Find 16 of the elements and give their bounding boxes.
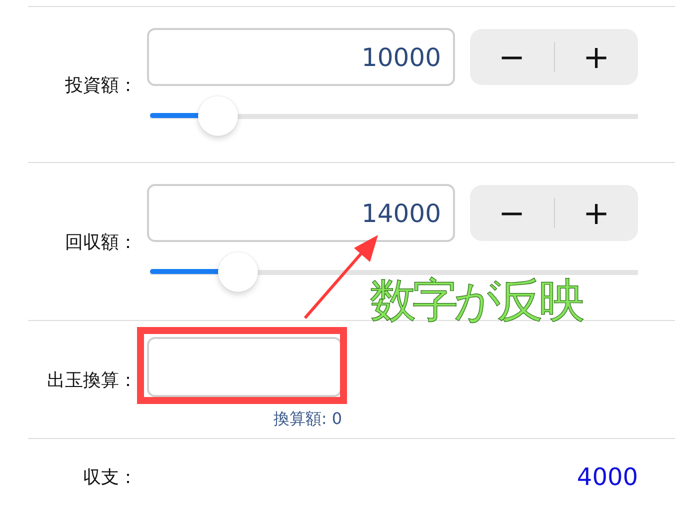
balance-value: 4000 bbox=[576, 462, 638, 490]
field-label: 出玉換算： bbox=[47, 368, 138, 392]
plus-button[interactable]: + bbox=[554, 29, 638, 85]
field-label: 回収額： bbox=[65, 230, 138, 254]
field-label: 収支： bbox=[83, 466, 138, 488]
amount-field[interactable]: 10000 bbox=[147, 28, 455, 86]
field-label: 投資額： bbox=[65, 74, 138, 96]
slider-thumb[interactable] bbox=[218, 252, 258, 292]
minus-button[interactable]: − bbox=[470, 185, 554, 241]
converted-amount: 換算額: 0 bbox=[273, 409, 342, 430]
annotation-text: 数字が反映 bbox=[370, 272, 581, 329]
amount-field[interactable]: 14000 bbox=[147, 184, 455, 242]
minus-button[interactable]: − bbox=[470, 29, 554, 85]
slider-thumb[interactable] bbox=[198, 96, 238, 136]
plus-button[interactable]: + bbox=[554, 185, 638, 241]
input-field[interactable] bbox=[147, 337, 342, 397]
